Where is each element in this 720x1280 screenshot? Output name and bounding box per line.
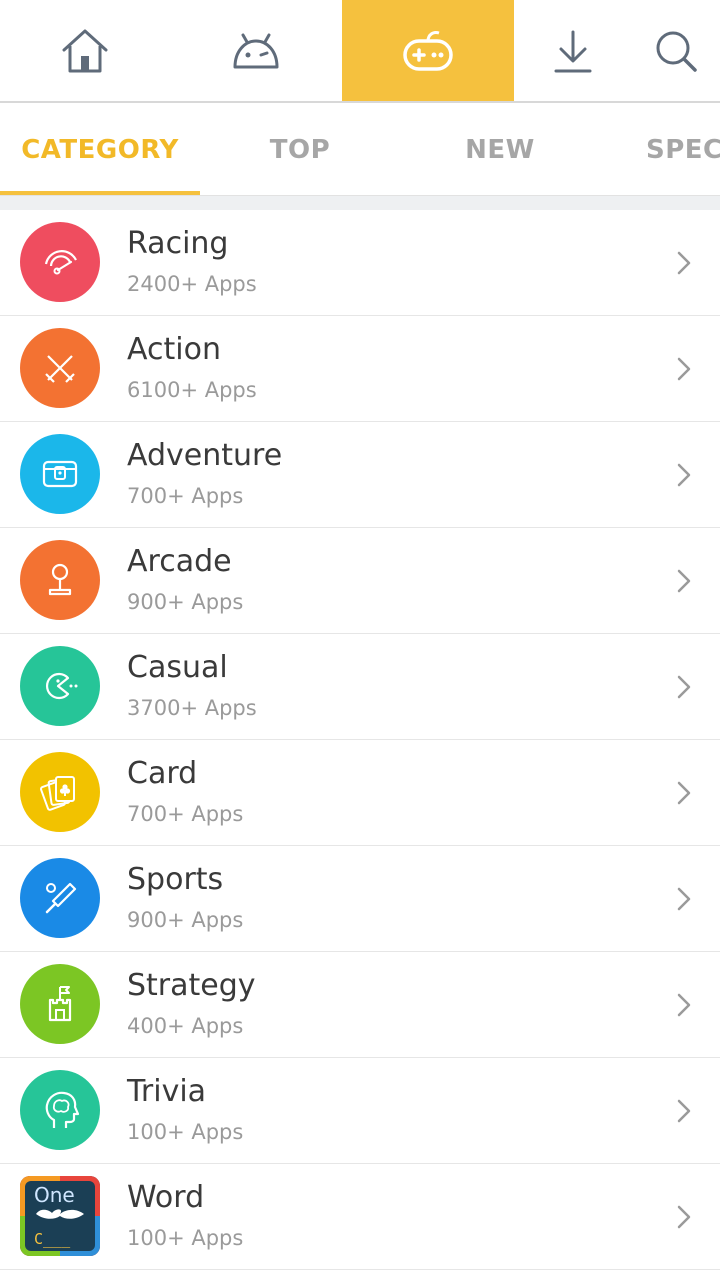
playing-cards-icon [20, 752, 100, 832]
chevron-right-icon [677, 1099, 691, 1123]
android-icon[interactable] [170, 0, 342, 101]
head-brain-icon [20, 1070, 100, 1150]
category-name: Racing [127, 226, 229, 261]
category-name: Adventure [127, 438, 283, 473]
joystick-icon [20, 540, 100, 620]
list-item-sports[interactable]: Sports 900+ Apps [0, 846, 720, 952]
list-item-word[interactable]: Word 100+ Apps [0, 1164, 720, 1270]
app-icon-subtext: C___ [34, 1230, 71, 1248]
list-item-arcade[interactable]: Arcade 900+ Apps [0, 528, 720, 634]
chevron-right-icon [677, 887, 691, 911]
category-name: Card [127, 756, 198, 791]
top-navigation-bar [0, 0, 720, 103]
list-item-racing[interactable]: Racing 2400+ Apps [0, 210, 720, 316]
category-name: Sports [127, 862, 224, 897]
category-tabs: CATEGORY TOP NEW SPECI [0, 103, 720, 196]
category-count: 100+ Apps [127, 1226, 244, 1250]
castle-flag-icon [20, 964, 100, 1044]
chevron-right-icon [677, 781, 691, 805]
category-count: 900+ Apps [127, 908, 244, 932]
category-count: 6100+ Apps [127, 378, 257, 402]
category-name: Trivia [127, 1074, 207, 1109]
list-item-adventure[interactable]: Adventure 700+ Apps [0, 422, 720, 528]
category-name: Arcade [127, 544, 232, 579]
chevron-right-icon [677, 675, 691, 699]
pacman-icon [20, 646, 100, 726]
category-count: 400+ Apps [127, 1014, 244, 1038]
category-list: Racing 2400+ Apps Action 6100+ Apps Adve… [0, 210, 720, 1270]
category-name: Casual [127, 650, 228, 685]
home-icon[interactable] [0, 0, 170, 101]
category-name: Word [127, 1180, 205, 1215]
app-icon-text: One [34, 1183, 75, 1207]
list-item-casual[interactable]: Casual 3700+ Apps [0, 634, 720, 740]
list-item-trivia[interactable]: Trivia 100+ Apps [0, 1058, 720, 1164]
search-icon[interactable] [632, 0, 720, 101]
category-count: 900+ Apps [127, 590, 244, 614]
tab-new[interactable]: NEW [400, 103, 600, 195]
speedometer-icon [20, 222, 100, 302]
gamepad-icon[interactable] [342, 0, 514, 101]
chevron-right-icon [677, 357, 691, 381]
category-name: Strategy [127, 968, 256, 1003]
list-item-strategy[interactable]: Strategy 400+ Apps [0, 952, 720, 1058]
chevron-right-icon [677, 1205, 691, 1229]
category-count: 700+ Apps [127, 802, 244, 826]
category-count: 100+ Apps [127, 1120, 244, 1144]
chevron-right-icon [677, 251, 691, 275]
category-count: 3700+ Apps [127, 696, 257, 720]
crossed-swords-icon [20, 328, 100, 408]
tab-category[interactable]: CATEGORY [0, 103, 200, 195]
tab-special[interactable]: SPECI [646, 103, 720, 195]
download-icon[interactable] [514, 0, 632, 101]
category-name: Action [127, 332, 221, 367]
list-divider [0, 196, 720, 210]
treasure-chest-icon [20, 434, 100, 514]
chevron-right-icon [677, 463, 691, 487]
bat-ball-icon [20, 858, 100, 938]
list-item-card[interactable]: Card 700+ Apps [0, 740, 720, 846]
category-count: 700+ Apps [127, 484, 244, 508]
list-item-action[interactable]: Action 6100+ Apps [0, 316, 720, 422]
chevron-right-icon [677, 569, 691, 593]
tab-top[interactable]: TOP [200, 103, 400, 195]
category-count: 2400+ Apps [127, 272, 257, 296]
chevron-right-icon [677, 993, 691, 1017]
